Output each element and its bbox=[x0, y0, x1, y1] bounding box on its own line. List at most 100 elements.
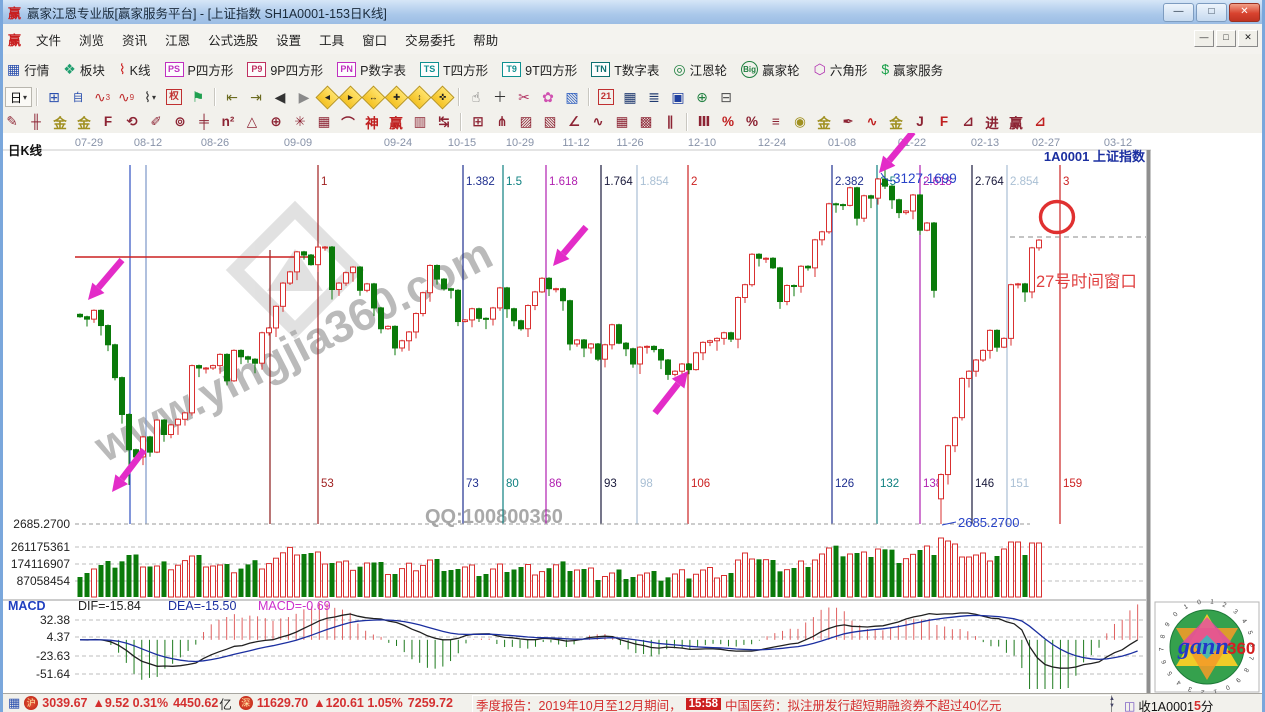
jump-tool-icon[interactable]: ▧ bbox=[561, 87, 583, 107]
expand-vertical-diamond-icon[interactable]: ↕ bbox=[407, 84, 432, 110]
hexagon-button[interactable]: ⬡ 六角形 bbox=[807, 60, 875, 79]
golden-band-tool[interactable]: 金 bbox=[884, 112, 908, 131]
zoom-left-diamond-icon[interactable]: ◄ bbox=[315, 84, 340, 110]
crosshair-icon[interactable]: ＋ bbox=[489, 87, 511, 107]
ying-band-tool[interactable]: 赢 bbox=[1004, 112, 1028, 131]
golden-grid-tool[interactable]: 金 bbox=[48, 112, 72, 131]
ying-tool[interactable]: 赢 bbox=[384, 112, 408, 131]
quote-grid-icon[interactable]: ▦ bbox=[8, 695, 20, 711]
kline-button[interactable]: ⌇ K线 bbox=[112, 60, 158, 79]
candle-style-dropdown[interactable]: ⌇ ▾ bbox=[139, 87, 161, 107]
menu-trade[interactable]: 交易委托 bbox=[396, 31, 464, 51]
calculator-icon[interactable]: ▦ bbox=[619, 87, 641, 107]
p-number-table-button[interactable]: PN P数字表 bbox=[330, 60, 413, 79]
close-button[interactable]: ✕ bbox=[1229, 3, 1260, 22]
percent-levels-tool[interactable]: ≡ bbox=[764, 112, 788, 131]
j-line-tool[interactable]: J bbox=[908, 112, 932, 131]
p-square-button[interactable]: PS P四方形 bbox=[158, 60, 241, 79]
title-bar[interactable]: 赢 赢家江恩专业版[赢家服务平台] - [上证指数 SH1A0001-153日K… bbox=[0, 0, 1265, 25]
print-icon[interactable]: ⊟ bbox=[715, 87, 737, 107]
angle-tool[interactable]: △ bbox=[240, 112, 264, 131]
four-line-tool[interactable]: ⊿ bbox=[1028, 112, 1052, 131]
golden-circle-tool[interactable]: ◉ bbox=[788, 112, 812, 131]
menu-file[interactable]: 文件 bbox=[27, 31, 70, 51]
zoom-all-diamond-icon[interactable]: ✜ bbox=[430, 84, 455, 110]
trend-angle-tool[interactable]: ∠ bbox=[562, 112, 586, 131]
fib-retracement-tool[interactable]: F bbox=[96, 112, 120, 131]
spiral-tool[interactable]: ⟲ bbox=[120, 112, 144, 131]
flag-tools-icon[interactable]: ⚑ bbox=[187, 87, 209, 107]
grid12-tool[interactable]: ▩ bbox=[634, 112, 658, 131]
jin-tool[interactable]: 进 bbox=[980, 112, 1004, 131]
golden-square-tool[interactable]: 金 bbox=[812, 112, 836, 131]
ticker-headline-2[interactable]: 中国医药：拟注册发行超短期融资券不超过40亿元 bbox=[725, 696, 1001, 712]
t-square-button[interactable]: TS T四方形 bbox=[413, 60, 495, 79]
kline-chart[interactable]: 07-29 08-12 08-26 09-09 09-24 10-15 10-29 11-12… bbox=[0, 133, 1265, 694]
wave-tool[interactable]: ∿ bbox=[860, 112, 884, 131]
mdi-minimize-button[interactable]: — bbox=[1194, 30, 1214, 47]
golden-grid2-tool[interactable]: 金 bbox=[72, 112, 96, 131]
pan-hand-icon[interactable]: ☝ bbox=[465, 87, 487, 107]
network-icon[interactable]: ⊕ bbox=[691, 87, 713, 107]
expand-horizontal-diamond-icon[interactable]: ↔ bbox=[361, 84, 386, 110]
market-quotes-button[interactable]: ▦ 行情 bbox=[0, 60, 56, 79]
count-lines-tool[interactable]: Ⅲ bbox=[692, 112, 716, 131]
gann-fan-tool[interactable]: ⋔ bbox=[490, 112, 514, 131]
grid9-tool[interactable]: ▦ bbox=[610, 112, 634, 131]
t-number-table-button[interactable]: TN T数字表 bbox=[584, 60, 666, 79]
percent-tool[interactable]: % bbox=[716, 112, 740, 131]
gann-pen-tool[interactable]: ✎ bbox=[0, 112, 24, 131]
percent2-tool[interactable]: % bbox=[740, 112, 764, 131]
menu-browse[interactable]: 浏览 bbox=[70, 31, 113, 51]
gann-wheel-button[interactable]: ◎ 江恩轮 bbox=[666, 60, 734, 79]
mdi-restore-button[interactable]: □ bbox=[1216, 30, 1236, 47]
menu-formula-stock-pick[interactable]: 公式选股 bbox=[199, 31, 267, 51]
menu-help[interactable]: 帮助 bbox=[464, 31, 507, 51]
winner-wheel-button[interactable]: Big 赢家轮 bbox=[734, 60, 807, 79]
arc-tool[interactable]: ⌒ bbox=[336, 112, 360, 131]
mdi-close-button[interactable]: ✕ bbox=[1238, 30, 1258, 47]
ruler-123-tool[interactable]: ▥ bbox=[408, 112, 432, 131]
time-grid-tool[interactable]: ╫ bbox=[24, 112, 48, 131]
box-tool[interactable]: ⊞ bbox=[466, 112, 490, 131]
menu-window[interactable]: 窗口 bbox=[353, 31, 396, 51]
minimize-button[interactable]: — bbox=[1163, 3, 1194, 22]
menu-tools[interactable]: 工具 bbox=[310, 31, 353, 51]
time-span-tool[interactable]: ↹ bbox=[432, 112, 456, 131]
news-ticker[interactable]: 季度报告：2019年10月至12月期间， 15:58 中国医药：拟注册发行超短期… bbox=[472, 695, 1112, 712]
period-day-dropdown[interactable]: 日 ▾ bbox=[5, 87, 33, 107]
ticker-headline-1[interactable]: 季度报告：2019年10月至12月期间， bbox=[476, 696, 682, 712]
mark-tool-icon[interactable]: ✿ bbox=[537, 87, 559, 107]
square-of-nine-tool[interactable]: n² bbox=[216, 112, 240, 131]
zigzag-tool[interactable]: ∿ bbox=[586, 112, 610, 131]
menu-news[interactable]: 资讯 bbox=[113, 31, 156, 51]
brush-tool[interactable]: ✐ bbox=[144, 112, 168, 131]
restoration-icon[interactable]: 权 bbox=[163, 87, 185, 107]
panel-divider[interactable] bbox=[1146, 150, 1151, 694]
notes-icon[interactable]: ≣ bbox=[643, 87, 665, 107]
maximize-button[interactable]: □ bbox=[1196, 3, 1227, 22]
calendar-icon[interactable]: 21 bbox=[595, 87, 617, 107]
window-layout-icon[interactable]: ⊞ bbox=[43, 87, 65, 107]
price-grid-tool[interactable]: ╪ bbox=[192, 112, 216, 131]
nine-p-square-button[interactable]: P9 9P四方形 bbox=[240, 60, 330, 79]
ticker-spinner[interactable]: ▲ ▼ bbox=[1106, 696, 1118, 710]
winner-service-button[interactable]: $ 赢家服务 bbox=[874, 60, 950, 79]
parallel-lines-tool[interactable]: ∥ bbox=[658, 112, 682, 131]
shen-tool[interactable]: 神 bbox=[360, 112, 384, 131]
f-line-tool[interactable]: F bbox=[932, 112, 956, 131]
last-page-icon[interactable]: ⇥ bbox=[245, 87, 267, 107]
save-icon[interactable]: ▣ bbox=[667, 87, 689, 107]
zoom-in-diamond-icon[interactable]: ✚ bbox=[384, 84, 409, 110]
matrix-tool[interactable]: ▦ bbox=[312, 112, 336, 131]
ink-tool[interactable]: ✒ bbox=[836, 112, 860, 131]
compass-tool[interactable]: ⊚ bbox=[168, 112, 192, 131]
star-grid-tool[interactable]: ✳ bbox=[288, 112, 312, 131]
prev-bar-icon[interactable]: ◀ bbox=[269, 87, 291, 107]
angle-line-tool[interactable]: ⊿ bbox=[956, 112, 980, 131]
minute-3-chart-icon[interactable]: ∿ 3 bbox=[91, 87, 113, 107]
next-bar-icon[interactable]: ▶ bbox=[293, 87, 315, 107]
menu-gann[interactable]: 江恩 bbox=[156, 31, 199, 51]
zoom-right-diamond-icon[interactable]: ► bbox=[338, 84, 363, 110]
first-page-icon[interactable]: ⇤ bbox=[221, 87, 243, 107]
